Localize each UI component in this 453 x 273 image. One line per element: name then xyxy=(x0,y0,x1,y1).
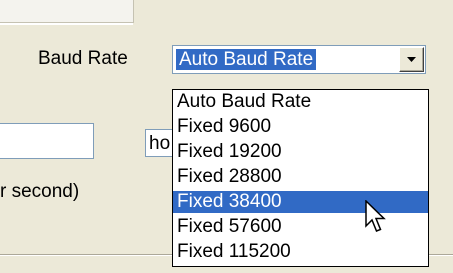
left-text-input[interactable] xyxy=(0,123,94,159)
dropdown-option[interactable]: Fixed 9600 xyxy=(173,116,428,138)
baud-rate-label: Baud Rate xyxy=(38,48,128,69)
baud-rate-dropdown-list[interactable]: Auto Baud Rate Fixed 9600 Fixed 19200 Fi… xyxy=(172,89,429,267)
mouse-pointer-icon xyxy=(365,200,386,232)
baud-rate-selected-value: Auto Baud Rate xyxy=(176,49,317,70)
units-label: r second) xyxy=(0,181,80,202)
dropdown-option[interactable]: Fixed 57600 xyxy=(173,216,428,238)
chevron-down-icon xyxy=(407,57,416,62)
tab-page-edge xyxy=(0,0,134,25)
dropdown-option[interactable]: Fixed 28800 xyxy=(173,166,428,188)
dropdown-option[interactable]: Fixed 19200 xyxy=(173,141,428,163)
unit-input-value: ho xyxy=(149,133,171,154)
baud-rate-dropdown-button[interactable] xyxy=(399,47,424,72)
dropdown-option[interactable]: Fixed 38400 xyxy=(173,191,428,213)
baud-rate-combobox[interactable]: Auto Baud Rate xyxy=(172,45,426,74)
dropdown-option[interactable]: Auto Baud Rate xyxy=(173,91,428,113)
dropdown-option[interactable]: Fixed 115200 xyxy=(173,241,428,263)
